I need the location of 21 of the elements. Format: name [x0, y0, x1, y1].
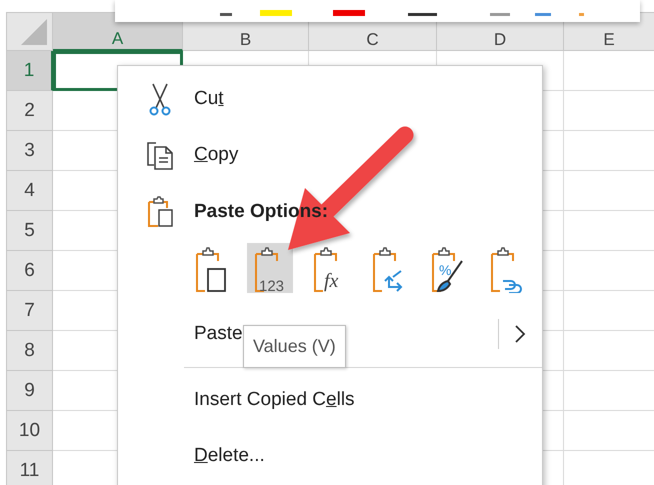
- row-header[interactable]: 11: [7, 451, 53, 485]
- row-header[interactable]: 8: [7, 331, 53, 371]
- menu-item[interactable]: Delete...: [118, 428, 542, 484]
- menu-item[interactable]: Insert Copied Cells: [118, 372, 542, 428]
- row-header[interactable]: 9: [7, 371, 53, 411]
- paste-values-button[interactable]: 123: [247, 243, 293, 293]
- row-header[interactable]: 5: [7, 211, 53, 251]
- row-header[interactable]: 7: [7, 291, 53, 331]
- copy-icon: [144, 139, 176, 171]
- row-header[interactable]: 1: [7, 51, 53, 91]
- row-header[interactable]: 4: [7, 171, 53, 211]
- row-header[interactable]: 6: [7, 251, 53, 291]
- row-header[interactable]: 2: [7, 91, 53, 131]
- chevron-right-icon: [514, 324, 526, 344]
- paste-formulas-button[interactable]: fx: [306, 243, 352, 293]
- row-header[interactable]: 3: [7, 131, 53, 171]
- copy-menu-item[interactable]: Copy: [118, 127, 542, 183]
- row-header[interactable]: 10: [7, 411, 53, 451]
- tooltip: Values (V): [243, 325, 346, 368]
- cut-menu-item[interactable]: Cut: [118, 71, 542, 127]
- select-all-icon: [19, 17, 49, 47]
